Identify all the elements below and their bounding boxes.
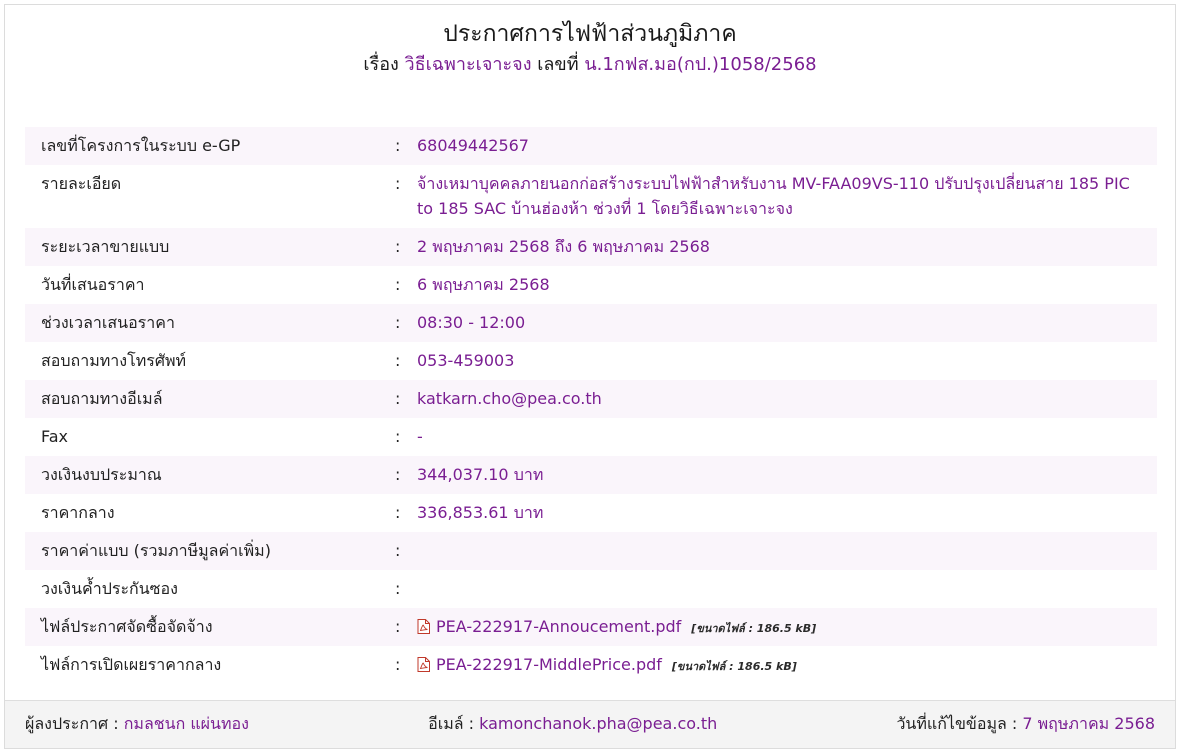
detail-value: จ้างเหมาบุคคลภายนอกก่อสร้างระบบไฟฟ้าสำหร… — [417, 174, 1130, 218]
detail-value: PEA-222917-Annoucement.pdf [ขนาดไฟล์ : 18… — [417, 614, 1157, 641]
detail-row-middle-price-file: ไฟล์การเปิดเผยราคากลาง : PEA-222917-Midd… — [25, 646, 1157, 684]
detail-label: วันที่เสนอราคา — [41, 275, 145, 294]
detail-label: เลขที่โครงการในระบบ e-GP — [41, 136, 241, 155]
announcer-email: kamonchanok.pha@pea.co.th — [479, 714, 718, 733]
detail-colon: : — [395, 313, 401, 332]
details-table: เลขที่โครงการในระบบ e-GP : 68049442567 ร… — [25, 127, 1157, 684]
detail-label: สอบถามทางโทรศัพท์ — [41, 351, 187, 370]
detail-colon: : — [395, 655, 401, 674]
middle-price-file-link[interactable]: PEA-222917-MiddlePrice.pdf — [436, 655, 662, 674]
detail-row-email: สอบถามทางอีเมล์ : katkarn.cho@pea.co.th — [25, 380, 1157, 418]
detail-label: สอบถามทางอีเมล์ — [41, 389, 163, 408]
updated-date-info: วันที่แก้ไขข้อมูล : 7 พฤษภาคม 2568 — [896, 712, 1155, 737]
detail-row-sale-period: ระยะเวลาขายแบบ : 2 พฤษภาคม 2568 ถึง 6 พฤ… — [25, 228, 1157, 266]
detail-row-bid-guarantee: วงเงินค้ำประกันซอง : — [25, 570, 1157, 608]
detail-row-phone: สอบถามทางโทรศัพท์ : 053-459003 — [25, 342, 1157, 380]
detail-row-middle-price: ราคากลาง : 336,853.61 บาท — [25, 494, 1157, 532]
detail-colon: : — [395, 465, 401, 484]
detail-row-description: รายละเอียด : จ้างเหมาบุคคลภายนอกก่อสร้าง… — [25, 165, 1157, 228]
detail-label: ราคาค่าแบบ (รวมภาษีมูลค่าเพิ่ม) — [41, 541, 271, 560]
page-title: ประกาศการไฟฟ้าส่วนภูมิภาค — [443, 21, 737, 47]
detail-row-fax: Fax : - — [25, 418, 1157, 456]
detail-value: katkarn.cho@pea.co.th — [417, 389, 602, 408]
detail-colon: : — [395, 351, 401, 370]
pdf-file-icon — [417, 616, 430, 641]
detail-row-budget: วงเงินงบประมาณ : 344,037.10 บาท — [25, 456, 1157, 494]
detail-value: 344,037.10 บาท — [417, 465, 544, 484]
detail-label: รายละเอียด — [41, 174, 122, 193]
detail-colon: : — [395, 579, 401, 598]
detail-colon: : — [395, 389, 401, 408]
detail-row-project-id: เลขที่โครงการในระบบ e-GP : 68049442567 — [25, 127, 1157, 165]
detail-row-bid-time: ช่วงเวลาเสนอราคา : 08:30 - 12:00 — [25, 304, 1157, 342]
announcement-subject: เรื่อง วิธีเฉพาะเจาะจง เลขที่ น.1กฟส.มอ(… — [5, 52, 1175, 78]
announcement-footer: ผู้ลงประกาศ : กมลชนก แผ่นทอง อีเมล์ : ka… — [5, 700, 1175, 748]
subject-prefix: เรื่อง — [363, 54, 399, 75]
announcement-file-link[interactable]: PEA-222917-Annoucement.pdf — [436, 617, 681, 636]
detail-colon: : — [395, 427, 401, 446]
announcement-header: ประกาศการไฟฟ้าส่วนภูมิภาค เรื่อง วิธีเฉพ… — [5, 5, 1175, 78]
detail-colon: : — [395, 237, 401, 256]
detail-label: ช่วงเวลาเสนอราคา — [41, 313, 175, 332]
detail-row-document-price: ราคาค่าแบบ (รวมภาษีมูลค่าเพิ่ม) : — [25, 532, 1157, 570]
detail-label: ไฟล์ประกาศจัดซื้อจัดจ้าง — [41, 617, 213, 636]
detail-value: PEA-222917-MiddlePrice.pdf [ขนาดไฟล์ : 18… — [417, 652, 1157, 679]
detail-value: 336,853.61 บาท — [417, 503, 544, 522]
announcer-email-info: อีเมล์ : kamonchanok.pha@pea.co.th — [428, 712, 717, 737]
detail-label: ราคากลาง — [41, 503, 115, 522]
updated-label: วันที่แก้ไขข้อมูล : — [896, 714, 1018, 733]
file-size: [ขนาดไฟล์ : 186.5 kB] — [691, 622, 817, 635]
pdf-file-icon — [417, 654, 430, 679]
detail-value: 053-459003 — [417, 351, 515, 370]
updated-date: 7 พฤษภาคม 2568 — [1022, 714, 1155, 733]
detail-value: 6 พฤษภาคม 2568 — [417, 275, 550, 294]
announcement-panel: ประกาศการไฟฟ้าส่วนภูมิภาค เรื่อง วิธีเฉพ… — [4, 4, 1176, 749]
subject-method: วิธีเฉพาะเจาะจง — [404, 54, 532, 75]
email-label: อีเมล์ : — [428, 714, 475, 733]
detail-label: วงเงินงบประมาณ — [41, 465, 162, 484]
detail-value: 68049442567 — [417, 136, 529, 155]
number-prefix: เลขที่ — [537, 54, 579, 75]
announcement-number: น.1กฟส.มอ(กป.)1058/2568 — [584, 54, 817, 75]
detail-label: ระยะเวลาขายแบบ — [41, 237, 170, 256]
detail-label: วงเงินค้ำประกันซอง — [41, 579, 178, 598]
detail-value: 08:30 - 12:00 — [417, 313, 526, 332]
detail-value: - — [417, 427, 423, 446]
detail-row-announcement-file: ไฟล์ประกาศจัดซื้อจัดจ้าง : PEA-222917-An… — [25, 608, 1157, 646]
detail-value: 2 พฤษภาคม 2568 ถึง 6 พฤษภาคม 2568 — [417, 237, 710, 256]
detail-row-bid-date: วันที่เสนอราคา : 6 พฤษภาคม 2568 — [25, 266, 1157, 304]
detail-colon: : — [395, 174, 401, 193]
announcer-label: ผู้ลงประกาศ : — [25, 714, 119, 733]
detail-colon: : — [395, 541, 401, 560]
detail-colon: : — [395, 136, 401, 155]
file-size: [ขนาดไฟล์ : 186.5 kB] — [671, 660, 797, 673]
detail-label: ไฟล์การเปิดเผยราคากลาง — [41, 655, 222, 674]
detail-colon: : — [395, 503, 401, 522]
detail-label: Fax — [41, 427, 69, 446]
announcer-name: กมลชนก แผ่นทอง — [123, 714, 249, 733]
announcer-info: ผู้ลงประกาศ : กมลชนก แผ่นทอง — [25, 712, 249, 737]
detail-colon: : — [395, 617, 401, 636]
detail-colon: : — [395, 275, 401, 294]
